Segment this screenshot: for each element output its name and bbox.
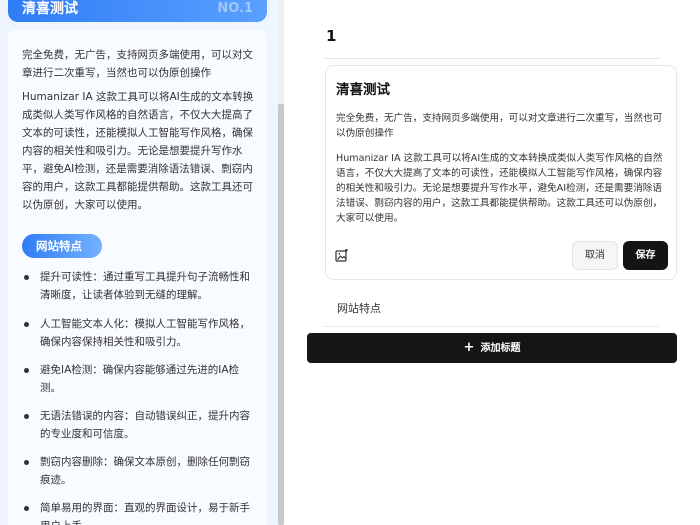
preview-panel: 清喜测试 NO.1 完全免费，无广告，支持网页多端使用，可以对文章进行二次重写，… (0, 0, 278, 525)
preview-card-header: 清喜测试 NO.1 (8, 0, 267, 22)
bullet-icon (24, 368, 29, 373)
app-root: 清喜测试 NO.1 完全免费，无广告，支持网页多端使用，可以对文章进行二次重写，… (0, 0, 700, 525)
feature-text: 剽窃内容删除：确保文本原创，删除任何剽窃痕迹。 (40, 456, 250, 486)
preview-card-title: 清喜测试 (22, 1, 78, 17)
image-edit-icon[interactable] (335, 249, 349, 263)
content-editor[interactable]: 清喜测试 完全免费，无广告，支持网页多端使用，可以对文章进行二次重写，当然也可以… (325, 65, 677, 280)
add-heading-button[interactable]: + 添加标题 (307, 333, 677, 363)
save-button[interactable]: 保存 (623, 241, 668, 270)
divider (323, 326, 660, 327)
editor-paragraph[interactable]: 完全免费，无广告，支持网页多端使用，可以对文章进行二次重写，当然也可以伪原创操作 (336, 111, 666, 141)
feature-text: 人工智能文本人化：模拟人工智能写作风格，确保内容保持相关性和吸引力。 (40, 318, 250, 348)
bullet-icon (24, 506, 29, 511)
item-number: 1 (326, 27, 337, 45)
feature-text: 无语法错误的内容：自动错误纠正，提升内容的专业度和可信度。 (40, 410, 250, 440)
feature-text: 避免IA检测：确保内容能够通过先进的IA检测。 (40, 364, 240, 394)
bullet-icon (24, 460, 29, 465)
preview-description-text: Humanizar IA 这款工具可以将AI生成的文本转换成类似人类写作风格的自… (22, 91, 254, 211)
section-pill-label: 网站特点 (22, 234, 102, 258)
scrollbar-thumb[interactable] (278, 104, 284, 525)
cancel-button[interactable]: 取消 (572, 241, 618, 270)
bullet-icon (24, 322, 29, 327)
editor-paragraph[interactable]: Humanizar IA 这款工具可以将AI生成的文本转换成类似人类写作风格的自… (336, 151, 666, 226)
divider (323, 58, 660, 59)
editor-title[interactable]: 清喜测试 (336, 78, 390, 98)
plus-icon: + (463, 340, 475, 355)
preview-intro-text: 完全免费，无广告，支持网页多端使用，可以对文章进行二次重写，当然也可以伪原创操作 (22, 49, 253, 79)
preview-card-number: NO.1 (217, 1, 253, 16)
feature-text: 提升可读性：通过重写工具提升句子流畅性和清晰度，让读者体验到无缝的理解。 (40, 271, 250, 301)
add-heading-label: 添加标题 (480, 343, 521, 354)
bullet-icon (24, 414, 29, 419)
bullet-icon (24, 275, 29, 280)
feature-text: 简单易用的界面：直观的界面设计，易于新手用户上手。 (40, 502, 250, 525)
section-heading-item[interactable]: 网站特点 (337, 300, 381, 316)
preview-scrollbar[interactable] (278, 0, 284, 525)
